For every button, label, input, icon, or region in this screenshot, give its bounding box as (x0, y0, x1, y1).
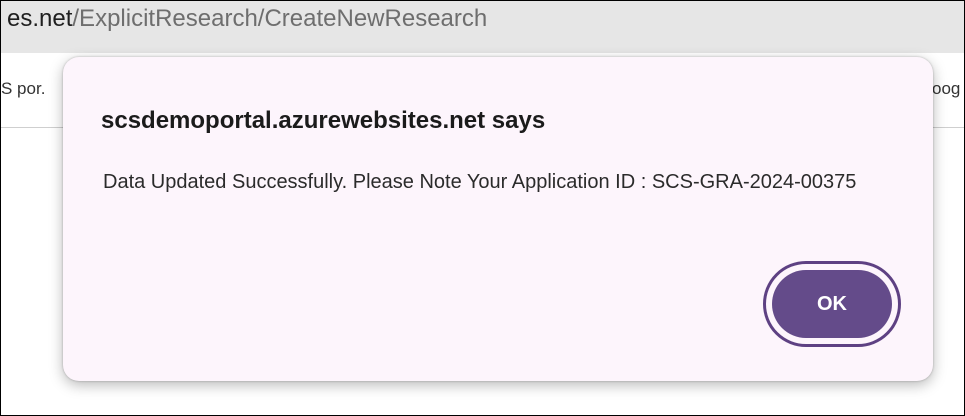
address-url[interactable]: es.net/ExplicitResearch/CreateNewResearc… (7, 4, 487, 34)
ok-button[interactable]: OK (772, 270, 892, 338)
ok-button-focus-ring: OK (763, 261, 901, 347)
alert-dialog: scsdemoportal.azurewebsites.net says Dat… (63, 57, 933, 381)
address-bar[interactable]: es.net/ExplicitResearch/CreateNewResearc… (1, 1, 964, 53)
bookmark-item-left[interactable]: S por. (1, 79, 45, 99)
browser-window: es.net/ExplicitResearch/CreateNewResearc… (0, 0, 965, 416)
url-domain: es.net (7, 5, 73, 32)
dialog-message: Data Updated Successfully. Please Note Y… (103, 171, 857, 193)
bookmark-item-right[interactable]: oog (932, 79, 960, 99)
dialog-title: scsdemoportal.azurewebsites.net says (101, 107, 546, 134)
url-path: /ExplicitResearch/CreateNewResearch (72, 5, 488, 32)
